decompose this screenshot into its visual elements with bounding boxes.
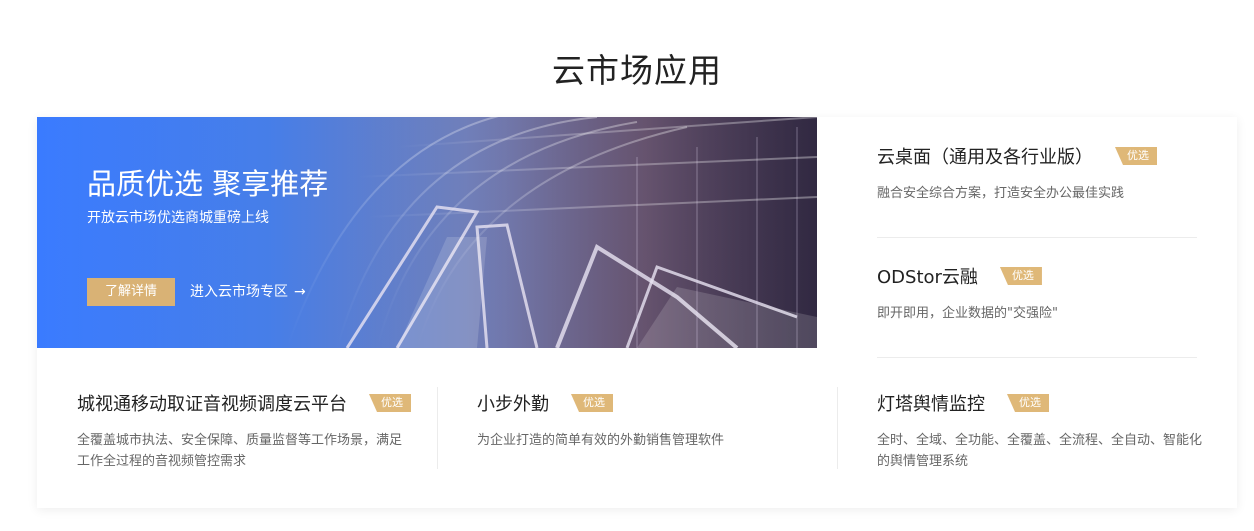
featured-badge: 优选 bbox=[1115, 147, 1157, 165]
product-title[interactable]: 城视通移动取证音视频调度云平台 bbox=[77, 390, 347, 416]
marketplace-card: 品质优选 聚享推荐 开放云市场优选商城重磅上线 了解详情 进入云市场专区 → 云桌… bbox=[37, 117, 1237, 508]
product-title[interactable]: 灯塔舆情监控 bbox=[877, 390, 985, 416]
featured-badge: 优选 bbox=[369, 394, 411, 412]
featured-badge: 优选 bbox=[571, 394, 613, 412]
column-divider bbox=[837, 387, 838, 469]
product-item-odstor[interactable]: ODStor云融 优选 即开即用，企业数据的"交强险" bbox=[877, 263, 1197, 324]
product-title[interactable]: 云桌面（通用及各行业版） bbox=[877, 143, 1093, 169]
product-description: 即开即用，企业数据的"交强险" bbox=[877, 306, 1058, 321]
product-item-city-video[interactable]: 城视通移动取证音视频调度云平台 优选 全覆盖城市执法、安全保障、质量监督等工作场… bbox=[77, 390, 411, 472]
product-title[interactable]: 小步外勤 bbox=[477, 390, 549, 416]
product-description: 全覆盖城市执法、安全保障、质量监督等工作场景，满足工作全过程的音视频管控需求 bbox=[77, 433, 403, 469]
section-title: 云市场应用 bbox=[552, 51, 722, 90]
product-title[interactable]: ODStor云融 bbox=[877, 263, 978, 289]
product-description: 全时、全域、全功能、全覆盖、全流程、全自动、智能化的舆情管理系统 bbox=[877, 433, 1203, 469]
escalator-illustration bbox=[37, 117, 817, 348]
promo-banner[interactable]: 品质优选 聚享推荐 开放云市场优选商城重磅上线 了解详情 进入云市场专区 → bbox=[37, 117, 817, 348]
banner-subtitle: 开放云市场优选商城重磅上线 bbox=[87, 210, 269, 226]
product-item-lighthouse[interactable]: 灯塔舆情监控 优选 全时、全域、全功能、全覆盖、全流程、全自动、智能化的舆情管理… bbox=[877, 390, 1207, 472]
arrow-right-icon: → bbox=[294, 284, 306, 300]
banner-title: 品质优选 聚享推荐 bbox=[87, 167, 329, 201]
enter-zone-link[interactable]: 进入云市场专区 → bbox=[190, 278, 306, 306]
product-item-field-sales[interactable]: 小步外勤 优选 为企业打造的简单有效的外勤销售管理软件 bbox=[477, 390, 807, 451]
details-button[interactable]: 了解详情 bbox=[87, 278, 175, 306]
divider bbox=[877, 237, 1197, 238]
product-description: 融合安全综合方案，打造安全办公最佳实践 bbox=[877, 186, 1125, 201]
product-description: 为企业打造的简单有效的外勤销售管理软件 bbox=[477, 433, 725, 448]
column-divider bbox=[437, 387, 438, 469]
divider bbox=[877, 357, 1197, 358]
featured-badge: 优选 bbox=[1007, 394, 1049, 412]
enter-zone-label: 进入云市场专区 bbox=[190, 284, 288, 300]
product-item-cloud-desktop[interactable]: 云桌面（通用及各行业版） 优选 融合安全综合方案，打造安全办公最佳实践 bbox=[877, 143, 1197, 204]
featured-badge: 优选 bbox=[999, 267, 1042, 285]
